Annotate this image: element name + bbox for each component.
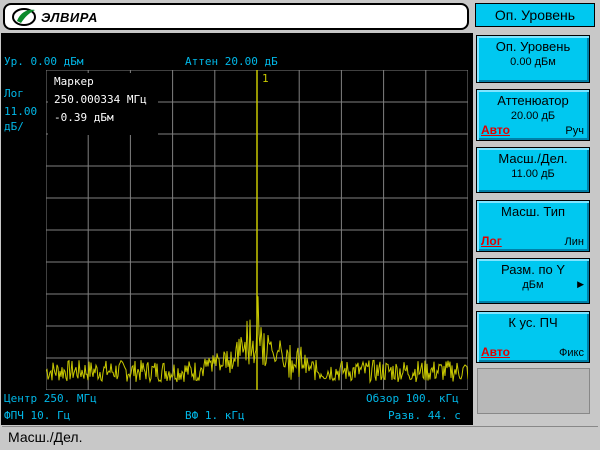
empty-softkey[interactable] [477,368,590,414]
y-units-softkey[interactable]: Разм. по Y дБм ▶ [476,258,590,304]
ref-level-softkey[interactable]: Оп. Уровень 0.00 дБм [476,35,590,83]
softkey-title: К ус. ПЧ [508,315,558,330]
rbw-readout: ФПЧ 10. Гц [4,409,71,422]
softkey-value: 0.00 дБм [510,56,556,68]
auto-option[interactable]: Авто [481,123,510,137]
softkey-value: 20.00 дБ [510,110,556,122]
brand-logo-icon [12,8,36,26]
softkey-title: Масш./Дел. [498,151,568,166]
triangle-right-icon: ▶ [577,279,584,289]
softkey-title: Масш. Тип [500,204,566,219]
atten-readout: Аттен 20.00 дБ [185,55,278,68]
center-freq-readout: Центр 250. МГц [4,392,97,405]
scale-type-readout: Лог [4,87,24,100]
softkey-title: Разм. по Y [501,262,565,277]
ref-level-readout: Ур. 0.00 дБм [4,55,84,68]
linear-option[interactable]: Лин [565,236,584,248]
brand-name: ЭЛВИРА [41,10,98,25]
marker-frequency: 250.000334 МГц [54,93,147,106]
marker-level: -0.39 дБм [54,111,114,124]
if-gain-softkey[interactable]: К ус. ПЧ Авто Фикс [476,311,590,363]
softkey-title: Аттенюатор [497,93,569,108]
manual-option[interactable]: Руч [565,125,584,137]
sweep-time-readout: Разв. 44. с [388,409,461,422]
attenuator-softkey[interactable]: Аттенюатор 20.00 дБ Авто Руч [476,89,590,141]
status-bar: Масш./Дел. [2,426,598,448]
fixed-option[interactable]: Фикс [559,347,584,359]
softkey-value: дБм [522,279,544,291]
auto-option[interactable]: Авто [481,345,510,359]
active-menu-title: Оп. Уровень [475,3,595,27]
scale-value-readout: 11.00 [4,105,38,118]
scale-unit-readout: дБ/ [4,120,24,133]
logo-bar: ЭЛВИРА [3,3,469,30]
marker-title: Маркер [54,75,94,88]
softkey-title: Оп. Уровень [495,39,571,54]
scale-div-softkey[interactable]: Масш./Дел. 11.00 дБ [476,147,590,193]
log-option[interactable]: Лог [481,234,502,248]
span-readout: Обзор 100. кГц [366,392,459,405]
scale-type-softkey[interactable]: Масш. Тип Лог Лин [476,200,590,252]
vbw-readout: ВФ 1. кГц [185,409,245,422]
marker-readout: Маркер 250.000334 МГц -0.39 дБм [48,73,158,135]
softkey-value: 11.00 дБ [511,168,555,180]
